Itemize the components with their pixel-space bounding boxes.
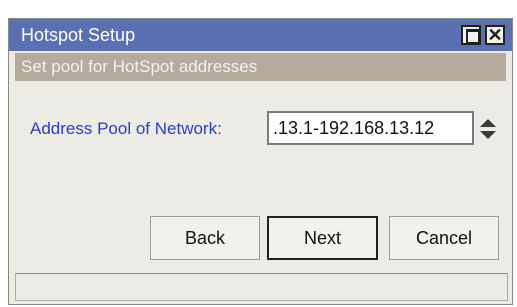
maximize-icon bbox=[466, 29, 480, 44]
address-pool-label: Address Pool of Network: bbox=[30, 119, 222, 138]
status-bar bbox=[15, 273, 508, 301]
step-header: Set pool for HotSpot addresses bbox=[15, 53, 506, 81]
cancel-button[interactable]: Cancel bbox=[389, 216, 499, 260]
address-pool-input[interactable] bbox=[267, 111, 474, 145]
close-icon: ✕ bbox=[487, 25, 503, 45]
hotspot-setup-dialog: Hotspot Setup ✕ Set pool for HotSpot add… bbox=[8, 18, 513, 305]
title-bar[interactable]: Hotspot Setup ✕ bbox=[9, 19, 512, 51]
step-description: Set pool for HotSpot addresses bbox=[21, 57, 258, 76]
maximize-button[interactable] bbox=[461, 25, 481, 45]
close-button[interactable]: ✕ bbox=[485, 25, 505, 45]
next-button[interactable]: Next bbox=[267, 216, 378, 260]
up-down-arrows-icon[interactable] bbox=[479, 118, 497, 140]
window-title: Hotspot Setup bbox=[21, 25, 136, 45]
back-button[interactable]: Back bbox=[150, 216, 260, 260]
